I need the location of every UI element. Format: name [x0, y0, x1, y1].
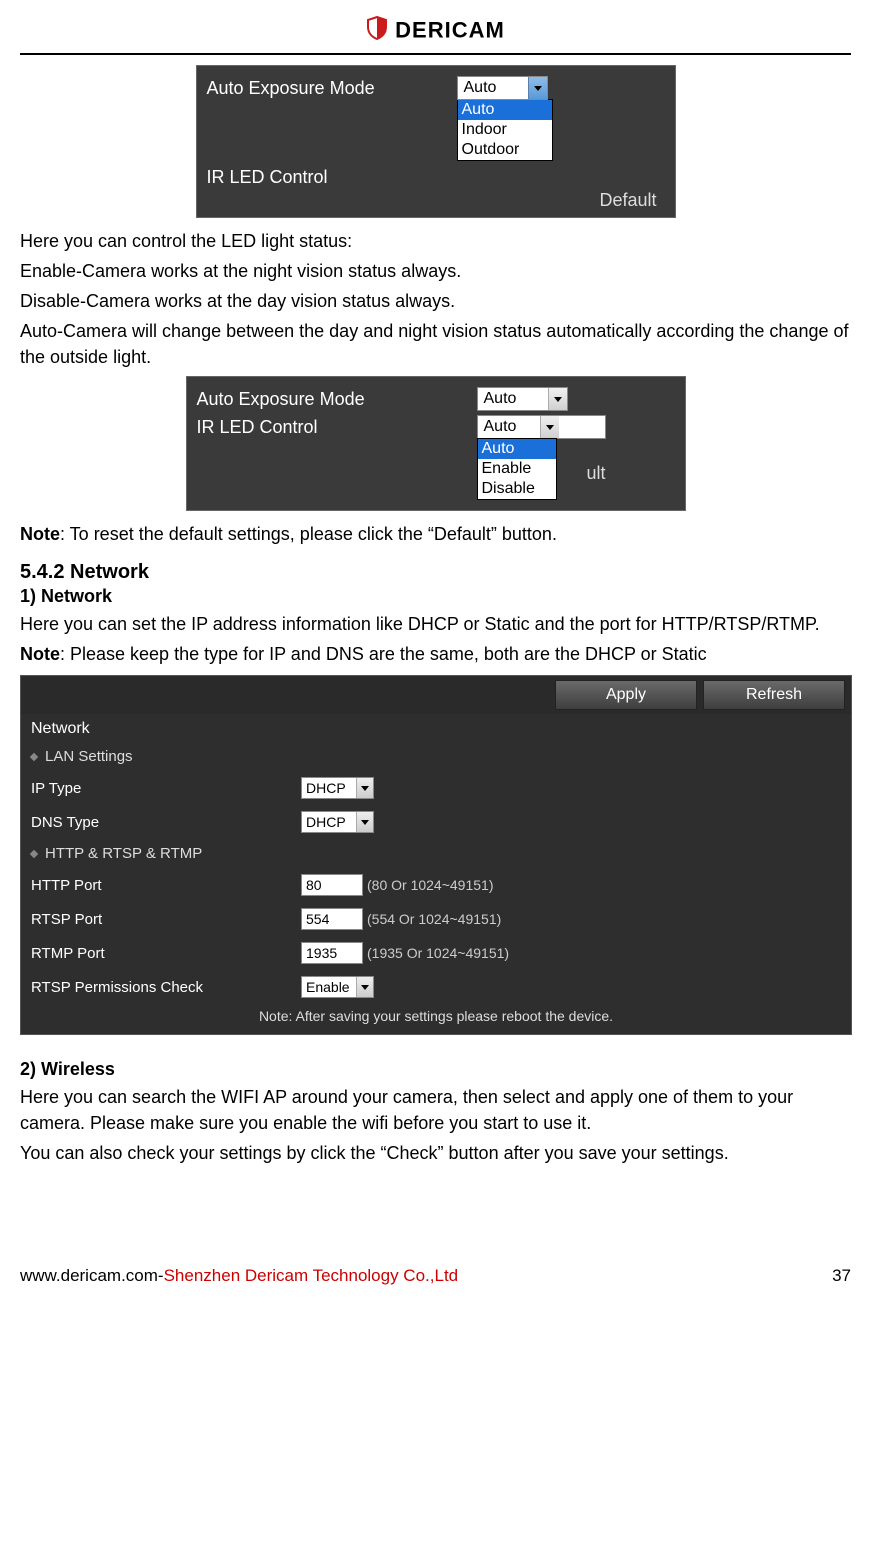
auto-exposure-options: Auto Indoor Outdoor [457, 99, 553, 161]
network-save-note: Note: After saving your settings please … [21, 1004, 851, 1034]
auto-exposure-select[interactable]: Auto [457, 76, 548, 100]
note-default: Note: To reset the default settings, ple… [20, 521, 851, 547]
rtsp-perm-select[interactable]: Enable [301, 976, 374, 998]
default-button[interactable]: Default [207, 190, 667, 211]
rtmp-port-label: RTMP Port [31, 945, 301, 962]
diamond-icon [30, 752, 38, 760]
diamond-icon [30, 849, 38, 857]
section-5-4-2: 5.4.2 Network [20, 561, 851, 584]
auto-exposure-value-b: Auto [478, 390, 548, 408]
chevron-down-icon [356, 977, 373, 997]
note-label: Note [20, 524, 60, 544]
wireless-check: You can also check your settings by clic… [20, 1140, 851, 1166]
rtsp-port-input[interactable] [301, 908, 363, 930]
option-auto[interactable]: Auto [458, 100, 552, 120]
option-indoor[interactable]: Indoor [458, 120, 552, 140]
auto-exposure-label-b: Auto Exposure Mode [197, 387, 477, 410]
page-footer: www.dericam.com-Shenzhen Dericam Technol… [20, 1266, 851, 1286]
ip-type-select[interactable]: DHCP [301, 777, 374, 799]
rtmp-port-hint: (1935 Or 1024~49151) [367, 945, 509, 961]
chevron-down-icon [528, 77, 547, 99]
exposure-panel-b: Auto Exposure Mode Auto IR LED Control A… [186, 376, 686, 511]
ip-type-label: IP Type [31, 780, 301, 797]
option-auto[interactable]: Auto [478, 439, 556, 459]
exposure-panel-a: Auto Exposure Mode Auto Auto Indoor Outd… [196, 65, 676, 218]
auto-exposure-select-b[interactable]: Auto [477, 387, 568, 411]
header-divider [20, 53, 851, 55]
led-enable: Enable-Camera works at the night vision … [20, 258, 851, 284]
wireless-intro: Here you can search the WIFI AP around y… [20, 1084, 851, 1136]
apply-button[interactable]: Apply [555, 680, 697, 710]
ir-led-label-b: IR LED Control [197, 415, 477, 438]
page-number: 37 [832, 1266, 851, 1286]
sub-network: 1) Network [20, 586, 851, 607]
dns-type-select[interactable]: DHCP [301, 811, 374, 833]
refresh-button[interactable]: Refresh [703, 680, 845, 710]
http-port-label: HTTP Port [31, 877, 301, 894]
auto-exposure-value: Auto [458, 79, 528, 97]
led-auto: Auto-Camera will change between the day … [20, 318, 851, 370]
rtsp-port-hint: (554 Or 1024~49151) [367, 911, 501, 927]
shield-icon [366, 16, 388, 45]
chevron-down-icon [548, 388, 567, 410]
network-note: Note: Please keep the type for IP and DN… [20, 641, 851, 667]
rtmp-port-input[interactable] [301, 942, 363, 964]
rtsp-port-label: RTSP Port [31, 911, 301, 928]
brand-logo: DERICAM [20, 10, 851, 49]
ir-led-options: Auto Enable Disable [477, 438, 557, 500]
ir-led-value: Auto [478, 418, 540, 436]
network-title: Network [21, 714, 851, 742]
rtsp-perm-label: RTSP Permissions Check [31, 979, 301, 996]
auto-exposure-label: Auto Exposure Mode [207, 76, 457, 99]
network-intro: Here you can set the IP address informat… [20, 611, 851, 637]
dns-type-label: DNS Type [31, 814, 301, 831]
chevron-down-icon [540, 416, 559, 438]
option-disable[interactable]: Disable [478, 479, 556, 499]
led-disable: Disable-Camera works at the day vision s… [20, 288, 851, 314]
chevron-down-icon [356, 812, 373, 832]
led-intro: Here you can control the LED light statu… [20, 228, 851, 254]
http-rtsp-rtmp-header: HTTP & RTSP & RTMP [21, 839, 851, 868]
ir-led-select[interactable]: Auto [477, 415, 606, 439]
ir-led-label: IR LED Control [207, 165, 457, 188]
option-outdoor[interactable]: Outdoor [458, 140, 552, 160]
option-enable[interactable]: Enable [478, 459, 556, 479]
footer-site: www.dericam.com- [20, 1266, 164, 1285]
footer-company: Shenzhen Dericam Technology Co.,Ltd [164, 1266, 459, 1285]
chevron-down-icon [356, 778, 373, 798]
lan-settings-header: LAN Settings [21, 742, 851, 771]
brand-name: DERICAM [395, 18, 505, 43]
default-button-b[interactable]: ult [557, 439, 606, 484]
http-port-hint: (80 Or 1024~49151) [367, 877, 493, 893]
note-label: Note [20, 644, 60, 664]
network-panel: Apply Refresh Network LAN Settings IP Ty… [20, 675, 852, 1035]
sub-wireless: 2) Wireless [20, 1059, 851, 1080]
http-port-input[interactable] [301, 874, 363, 896]
